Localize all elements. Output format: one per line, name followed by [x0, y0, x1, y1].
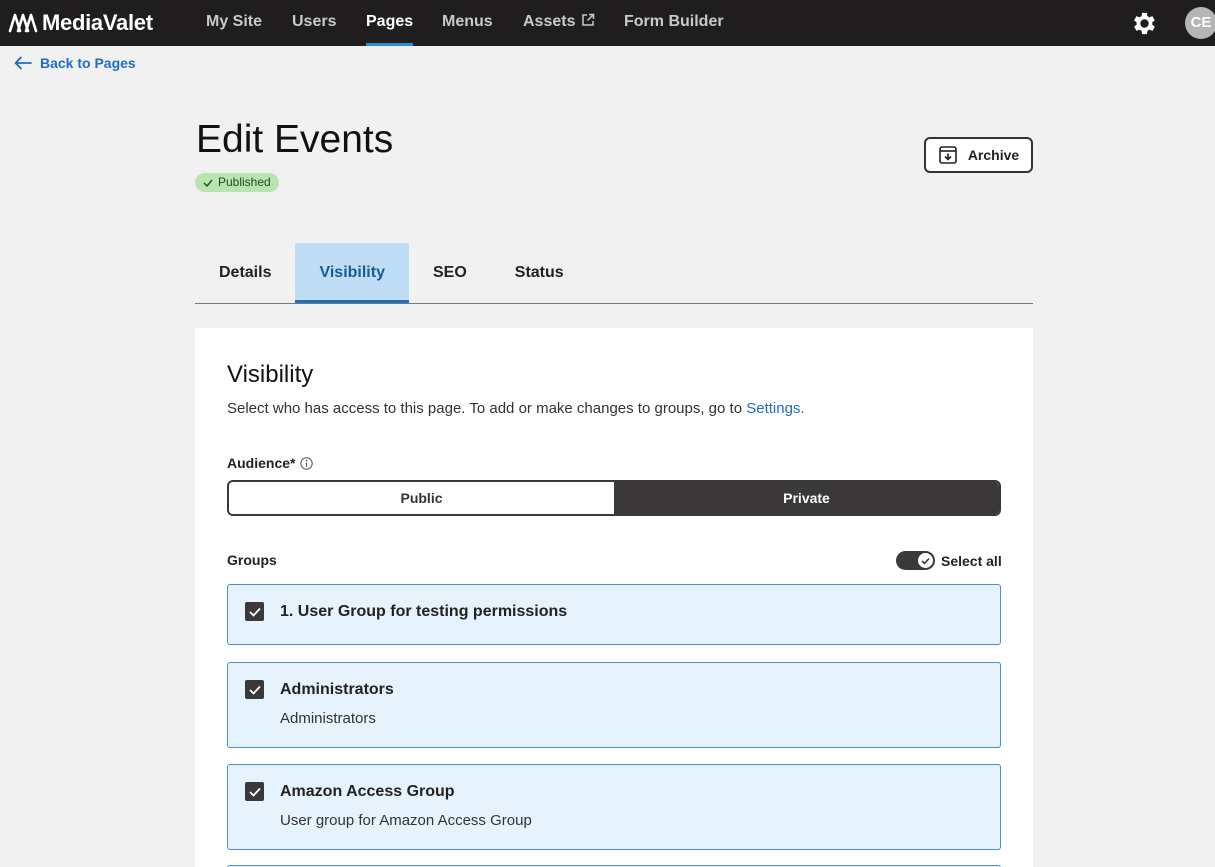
brand-logo[interactable]: MediaValet: [8, 10, 153, 35]
nav-assets-label: Assets: [523, 13, 576, 30]
archive-icon: [939, 146, 957, 164]
info-icon[interactable]: [300, 456, 314, 470]
section-title: Visibility: [227, 361, 314, 388]
audience-label-text: Audience*: [227, 455, 296, 471]
groups-label: Groups: [227, 552, 277, 568]
description-text: Select who has access to this page. To a…: [227, 400, 747, 417]
visibility-panel: Visibility Select who has access to this…: [195, 328, 1033, 867]
nav-menus[interactable]: Menus: [442, 0, 493, 46]
status-badge: Published: [195, 173, 279, 192]
checkmark-icon: [248, 607, 261, 617]
select-all-toggle[interactable]: [896, 551, 935, 570]
settings-gear-icon[interactable]: [1130, 9, 1159, 38]
tab-status[interactable]: Status: [491, 243, 588, 303]
mediavalet-logo-icon: [8, 13, 38, 33]
nav-form-builder[interactable]: Form Builder: [624, 0, 724, 46]
arrow-left-icon: [14, 56, 32, 70]
audience-public-option[interactable]: Public: [229, 482, 614, 514]
group-name: Amazon Access Group: [280, 783, 455, 800]
group-checkbox[interactable]: [245, 602, 264, 621]
audience-private-option[interactable]: Private: [614, 482, 999, 514]
top-nav: MediaValet My Site Users Pages Menus Ass…: [0, 0, 1215, 46]
page-tabs: Details Visibility SEO Status: [195, 243, 1033, 304]
section-description: Select who has access to this page. To a…: [227, 400, 805, 417]
group-checkbox[interactable]: [245, 782, 264, 801]
brand-name: MediaValet: [42, 10, 153, 35]
nav-pages[interactable]: Pages: [366, 0, 414, 46]
group-name: Administrators: [280, 681, 394, 698]
nav-users[interactable]: Users: [292, 0, 336, 46]
group-card[interactable]: Administrators Administrators: [227, 662, 1001, 748]
group-description: Administrators: [280, 710, 376, 727]
page-title: Edit Events: [196, 118, 394, 161]
group-name: 1. User Group for testing permissions: [280, 603, 568, 620]
toggle-knob: [918, 553, 933, 568]
tab-visibility[interactable]: Visibility: [295, 243, 409, 303]
tab-details[interactable]: Details: [195, 243, 295, 303]
back-to-pages-link[interactable]: Back to Pages: [14, 55, 136, 71]
settings-link[interactable]: Settings.: [746, 400, 804, 417]
checkmark-icon: [248, 685, 261, 695]
group-card[interactable]: Amazon Access Group User group for Amazo…: [227, 764, 1001, 850]
user-avatar[interactable]: CE: [1185, 7, 1215, 39]
back-link-label: Back to Pages: [40, 55, 136, 71]
archive-button[interactable]: Archive: [924, 137, 1033, 173]
check-icon: [921, 557, 930, 565]
group-card[interactable]: 1. User Group for testing permissions: [227, 584, 1001, 645]
audience-label: Audience*: [227, 455, 314, 471]
tab-seo[interactable]: SEO: [409, 243, 491, 303]
select-all-switch[interactable]: Select all: [896, 551, 1002, 570]
nav-my-site[interactable]: My Site: [206, 0, 262, 46]
nav-assets[interactable]: Assets: [523, 0, 595, 46]
external-link-icon: [582, 13, 595, 26]
group-checkbox[interactable]: [245, 680, 264, 699]
checkmark-icon: [248, 787, 261, 797]
archive-button-label: Archive: [967, 147, 1020, 163]
audience-toggle: Public Private: [227, 480, 1001, 516]
status-badge-label: Published: [218, 175, 271, 189]
group-description: User group for Amazon Access Group: [280, 812, 532, 829]
check-icon: [203, 179, 213, 187]
select-all-label: Select all: [941, 552, 1002, 569]
